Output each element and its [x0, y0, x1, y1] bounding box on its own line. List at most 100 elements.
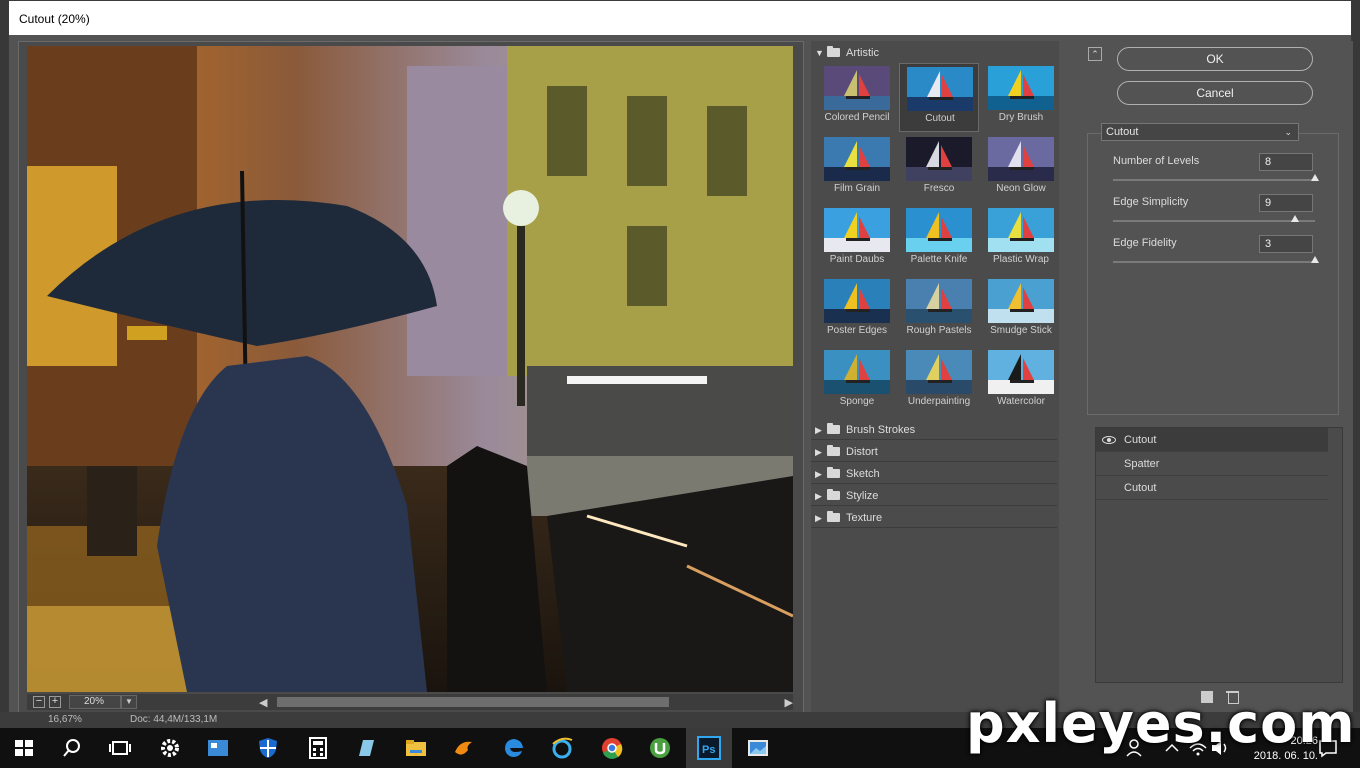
file-explorer-icon[interactable] [404, 736, 428, 760]
filter-thumb-colored-pencil[interactable]: Colored Pencil [817, 63, 897, 132]
effect-layers-list: Cutout Spatter Cutout [1095, 427, 1343, 683]
category-distort[interactable]: ▶ Distort [811, 442, 1057, 462]
number-of-levels-input[interactable]: 8 [1259, 153, 1313, 171]
preview-zoom-bar: − + 20% ▼ ◀ ▶ [27, 694, 793, 710]
category-brush-strokes[interactable]: ▶ Brush Strokes [811, 420, 1057, 440]
category-label: Distort [846, 446, 878, 458]
category-sketch[interactable]: ▶ Sketch [811, 464, 1057, 484]
category-label: Stylize [846, 490, 879, 502]
effect-layer-row[interactable]: Spatter [1096, 452, 1328, 476]
photoshop-icon: Ps [697, 736, 721, 760]
filter-thumb-underpainting[interactable]: Underpainting [899, 347, 979, 416]
category-artistic[interactable]: ▼ Artistic [811, 43, 1057, 63]
search-icon[interactable] [60, 736, 84, 760]
internet-explorer-icon[interactable] [550, 736, 574, 760]
filter-gallery-dialog: Cutout (20%) − + 20% ▼ ◀ ▶ ▼ Artistic Co… [8, 0, 1353, 718]
effect-layer-label: Cutout [1124, 482, 1157, 494]
security-shield-icon[interactable] [256, 736, 280, 760]
zoom-level-field[interactable]: 20% [69, 695, 121, 709]
settings-panel: ⌃ OK Cancel Cutout ⌄ Number of Levels 8 Ed… [1083, 41, 1353, 713]
filter-thumb-plastic-wrap[interactable]: Plastic Wrap [981, 205, 1061, 274]
zoom-in-button[interactable]: + [49, 696, 61, 708]
filter-thumb-poster-edges[interactable]: Poster Edges [817, 276, 897, 345]
filter-thumb-rough-pastels[interactable]: Rough Pastels [899, 276, 979, 345]
sync-app-icon[interactable] [452, 736, 476, 760]
filter-thumb-image [824, 208, 890, 252]
folder-icon [827, 489, 840, 500]
scrollbar-thumb[interactable] [277, 697, 669, 707]
edge-simplicity-slider[interactable] [1113, 215, 1315, 222]
filter-settings-box [1087, 133, 1339, 415]
zoom-dropdown-chevron-icon[interactable]: ▼ [121, 695, 137, 709]
filter-thumb-image [906, 279, 972, 323]
control-panel-icon[interactable] [206, 736, 230, 760]
filter-thumb-image [824, 279, 890, 323]
folder-icon [827, 423, 840, 434]
number-of-levels-slider-knob[interactable] [1311, 174, 1319, 181]
filter-thumb-smudge-stick[interactable]: Smudge Stick [981, 276, 1061, 345]
filter-thumb-label: Fresco [923, 183, 955, 194]
settings-gear-icon[interactable] [158, 736, 182, 760]
zoom-out-button[interactable]: − [33, 696, 45, 708]
filter-thumb-dry-brush[interactable]: Dry Brush [981, 63, 1061, 132]
desktop-left-edge [0, 0, 8, 728]
edge-fidelity-slider[interactable] [1113, 256, 1319, 263]
photos-app-icon[interactable] [746, 736, 770, 760]
collapsed-triangle-icon: ▶ [815, 469, 822, 479]
filter-thumb-cutout[interactable]: Cutout [899, 63, 979, 132]
calculator-icon[interactable] [306, 736, 330, 760]
edge-simplicity-slider-knob[interactable] [1290, 215, 1299, 222]
task-view-icon[interactable] [108, 736, 132, 760]
preview-image[interactable] [27, 46, 793, 692]
filter-thumb-sponge[interactable]: Sponge [817, 347, 897, 416]
notes-app-icon[interactable] [354, 736, 378, 760]
filter-thumb-image [988, 66, 1054, 110]
effect-layer-row[interactable]: Cutout [1096, 428, 1328, 452]
category-stylize[interactable]: ▶ Stylize [811, 486, 1057, 506]
windows-start-icon[interactable] [12, 736, 36, 760]
edge-fidelity-input[interactable]: 3 [1259, 235, 1313, 253]
filter-thumb-palette-knife[interactable]: Palette Knife [899, 205, 979, 274]
visibility-eye-icon[interactable] [1102, 436, 1116, 444]
filter-thumb-fresco[interactable]: Fresco [899, 134, 979, 203]
folder-icon [827, 445, 840, 456]
category-label: Sketch [846, 468, 880, 480]
filter-thumb-paint-daubs[interactable]: Paint Daubs [817, 205, 897, 274]
filter-select-dropdown[interactable]: Cutout ⌄ [1101, 123, 1299, 141]
filter-thumb-image [906, 137, 972, 181]
filter-thumb-image [988, 137, 1054, 181]
effect-layer-row[interactable]: Cutout [1096, 476, 1328, 500]
collapsed-triangle-icon: ▶ [815, 425, 822, 435]
filter-thumb-label: Colored Pencil [824, 112, 890, 123]
photoshop-taskbar-item[interactable]: Ps [686, 728, 732, 768]
filter-thumb-label: Palette Knife [910, 254, 968, 265]
edge-fidelity-slider-knob[interactable] [1311, 256, 1319, 263]
filter-thumb-image [824, 66, 890, 110]
number-of-levels-slider[interactable] [1113, 174, 1319, 181]
category-label: Texture [846, 512, 883, 524]
edge-simplicity-input[interactable]: 9 [1259, 194, 1313, 212]
scroll-right-arrow-icon[interactable]: ▶ [785, 696, 793, 709]
category-label: Artistic [846, 47, 879, 59]
filter-thumb-watercolor[interactable]: Watercolor [981, 347, 1061, 416]
folder-icon [827, 467, 840, 478]
cancel-button[interactable]: Cancel [1117, 81, 1313, 105]
filter-thumb-neon-glow[interactable]: Neon Glow [981, 134, 1061, 203]
expanded-triangle-icon: ▼ [815, 48, 824, 58]
utorrent-icon[interactable] [648, 736, 672, 760]
category-texture[interactable]: ▶ Texture [811, 508, 1057, 528]
ok-button[interactable]: OK [1117, 47, 1313, 71]
preview-horizontal-scrollbar[interactable]: ◀ ▶ [259, 694, 793, 710]
filter-thumb-label: Paint Daubs [829, 254, 885, 265]
collapse-gallery-icon[interactable]: ⌃ [1088, 47, 1102, 61]
filter-thumb-film-grain[interactable]: Film Grain [817, 134, 897, 203]
filter-thumb-label: Neon Glow [996, 183, 1046, 194]
filter-thumb-image [988, 279, 1054, 323]
scroll-left-arrow-icon[interactable]: ◀ [259, 696, 267, 709]
number-of-levels-label: Number of Levels [1113, 155, 1200, 167]
chrome-browser-icon[interactable] [600, 736, 624, 760]
chevron-down-icon: ⌄ [1284, 127, 1292, 137]
edge-simplicity-label: Edge Simplicity [1113, 196, 1189, 208]
filter-thumbnails: Colored Pencil Cutout Dry Brush Film Grain F… [817, 63, 1057, 419]
edge-browser-icon[interactable] [502, 736, 526, 760]
